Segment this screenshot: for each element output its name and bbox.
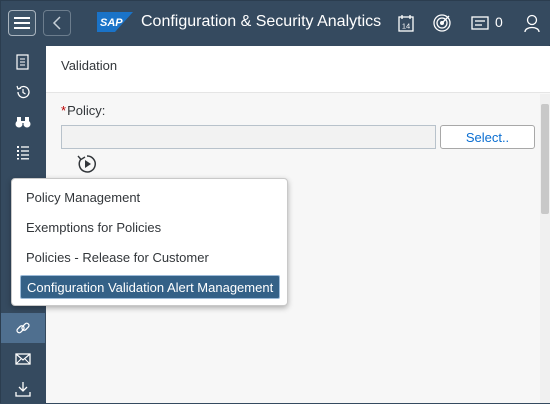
envelope-icon	[15, 353, 31, 365]
policy-label-text: Policy:	[67, 103, 106, 118]
page-title: Validation	[61, 58, 118, 73]
notification-count: 0	[495, 14, 503, 30]
user-icon[interactable]	[522, 13, 542, 33]
sidebar-item-link[interactable]	[1, 313, 45, 343]
app-window: SAP Configuration & Security Analytics 1…	[0, 0, 550, 404]
select-button[interactable]: Select..	[440, 125, 535, 149]
notification-icon[interactable]	[471, 13, 491, 33]
calendar-icon[interactable]: 14	[396, 13, 416, 33]
policy-input[interactable]	[61, 125, 436, 149]
link-icon	[16, 322, 30, 334]
menu-item-policies-release[interactable]: Policies - Release for Customer	[20, 245, 280, 269]
document-icon	[16, 54, 29, 70]
menu-item-exemptions[interactable]: Exemptions for Policies	[20, 215, 280, 239]
binoculars-icon	[15, 117, 31, 128]
sidebar-item-document[interactable]	[1, 47, 45, 77]
history-icon	[16, 85, 30, 99]
sidebar-item-binoculars[interactable]	[1, 107, 45, 137]
download-icon	[15, 382, 31, 397]
vertical-scrollbar[interactable]	[540, 94, 550, 403]
list-icon	[17, 146, 29, 160]
chevron-left-icon	[52, 16, 61, 30]
svg-text:14: 14	[402, 22, 410, 31]
play-circle-icon[interactable]	[76, 153, 98, 175]
app-title: Configuration & Security Analytics	[141, 13, 382, 30]
sidebar-item-history[interactable]	[1, 77, 45, 107]
hamburger-icon	[14, 17, 30, 29]
navigation-popover: Policy Management Exemptions for Policie…	[11, 178, 288, 306]
sap-logo: SAP	[97, 12, 133, 32]
sidebar-item-download[interactable]	[1, 374, 45, 404]
required-mark: *	[61, 103, 67, 118]
scrollbar-thumb[interactable]	[541, 104, 549, 214]
svg-text:SAP: SAP	[100, 17, 123, 29]
menu-button[interactable]	[8, 10, 36, 36]
page-header: Validation	[46, 46, 550, 93]
target-icon[interactable]	[432, 13, 452, 33]
policy-label: *Policy:	[61, 103, 105, 118]
menu-item-alert-management[interactable]: Configuration Validation Alert Managemen…	[20, 275, 280, 299]
back-button[interactable]	[43, 10, 71, 36]
shell-header: SAP Configuration & Security Analytics 1…	[1, 1, 550, 45]
sidebar-item-list[interactable]	[1, 137, 45, 167]
menu-item-policy-management[interactable]: Policy Management	[20, 185, 280, 209]
sidebar-item-mail[interactable]	[1, 344, 45, 374]
